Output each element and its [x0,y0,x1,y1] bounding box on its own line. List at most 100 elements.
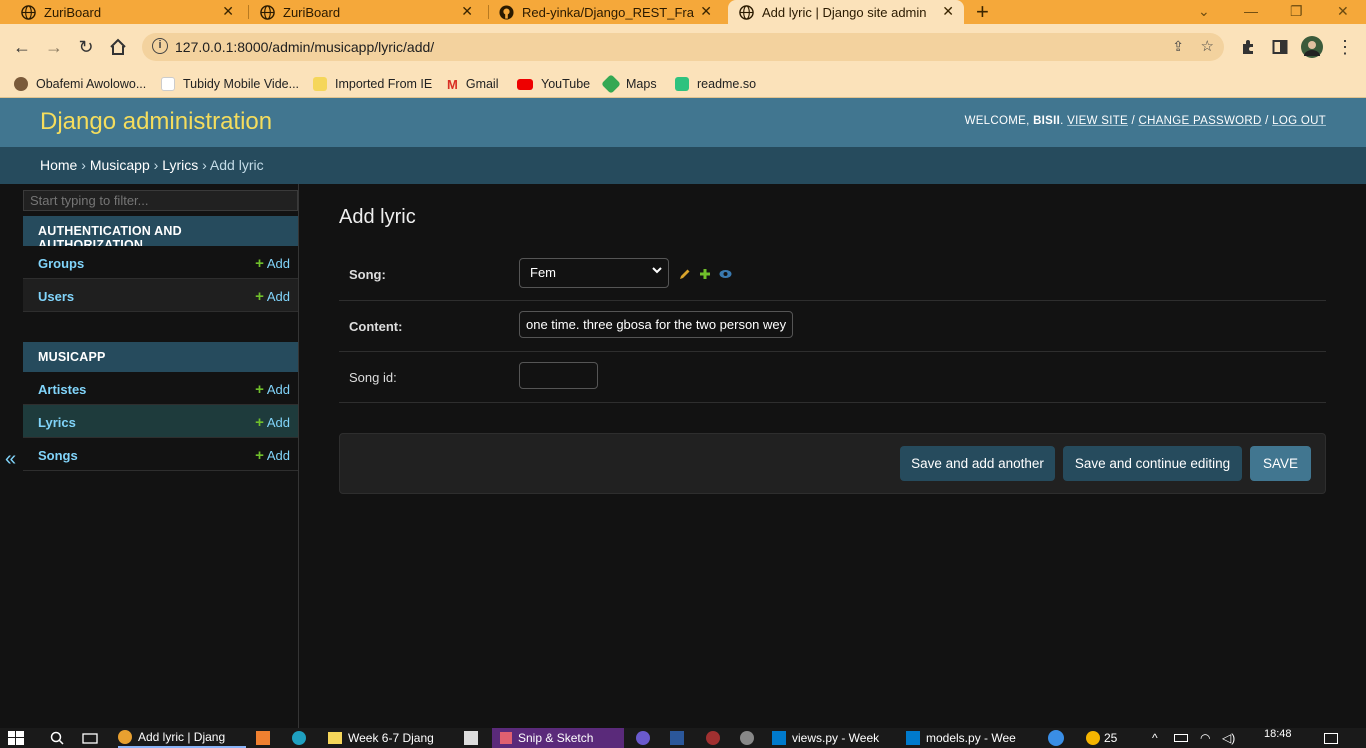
volume-icon[interactable]: ◁) [1222,728,1235,748]
add-songs-link[interactable]: + Add [255,447,290,464]
pencil-icon[interactable] [679,268,691,283]
tab-github[interactable]: Red-yinka/Django_REST_Framew ✕ [498,0,722,24]
wifi-icon[interactable]: ◠ [1200,728,1210,748]
add-lyrics-link[interactable]: + Add [255,414,290,431]
bookmark-imported[interactable]: Imported From IE [313,70,432,98]
task-view-icon[interactable] [82,728,98,748]
welcome-text: WELCOME, [964,115,1030,127]
back-icon[interactable]: ← [11,36,33,58]
close-window-button[interactable]: ✕ [1337,0,1349,22]
site-info-icon[interactable]: i [152,38,168,54]
add-users-link[interactable]: + Add [255,288,290,305]
site-branding[interactable]: Django administration [40,108,272,136]
app-caption-auth[interactable]: AUTHENTICATION AND AUTHORIZATION [23,216,298,252]
taskbar-label: Add lyric | Djang [138,730,226,744]
plus-icon[interactable] [699,268,711,283]
battery-icon[interactable] [1174,728,1188,748]
bookmark-label: Obafemi Awolowo... [36,77,147,91]
nav-filter-input[interactable] [23,190,298,211]
minimize-button[interactable]: — [1244,0,1258,22]
tab-search-icon[interactable]: ⌄ [1198,0,1210,22]
close-tab-icon[interactable]: ✕ [222,3,234,20]
app-icon[interactable] [636,728,650,748]
model-link-artistes[interactable]: Artistes [38,382,86,397]
breadcrumb-app[interactable]: Musicapp [90,157,150,173]
add-artistes-link[interactable]: + Add [255,381,290,398]
plus-icon: + [255,255,264,272]
search-icon[interactable] [50,728,64,748]
taskbar-folder[interactable]: Week 6-7 Djang [328,728,454,748]
change-password-link[interactable]: CHANGE PASSWORD [1139,115,1262,127]
app-icon[interactable] [706,728,720,748]
github-icon [498,4,514,20]
clock[interactable]: 18:48 [1264,728,1292,748]
sidebar-item-users: Users + Add [23,279,298,312]
eye-icon[interactable] [719,268,732,283]
bookmark-star-icon[interactable]: ☆ [1201,37,1214,55]
windows-start-icon[interactable] [8,728,24,748]
side-panel-icon[interactable] [1269,36,1291,58]
save-button[interactable]: SAVE [1250,446,1311,481]
bookmarks-bar: Obafemi Awolowo... Tubidy Mobile Vide...… [0,70,1366,98]
bookmark-label: Tubidy Mobile Vide... [183,77,300,91]
taskbar-snip-sketch[interactable]: Snip & Sketch [492,728,624,748]
breadcrumb-home[interactable]: Home [40,157,77,173]
forward-icon[interactable]: → [43,36,65,58]
app-icon[interactable] [740,728,754,748]
model-link-users[interactable]: Users [38,289,74,304]
sidebar-item-groups: Groups + Add [23,246,298,279]
profile-avatar[interactable] [1301,36,1323,58]
toggle-nav-sidebar-button[interactable]: « [5,448,16,471]
app-icon[interactable] [464,728,478,748]
breadcrumb-sep: › [153,157,159,173]
bookmark-readme[interactable]: readme.so [675,70,756,98]
taskbar-vscode-models[interactable]: models.py - Wee [906,728,1030,748]
new-tab-button[interactable]: + [976,0,989,24]
restore-button[interactable]: ❐ [1290,0,1303,22]
close-tab-icon[interactable]: ✕ [461,3,473,20]
breadcrumb-sep: › [81,157,86,173]
bookmark-youtube[interactable]: YouTube [517,70,590,98]
bookmark-gmail[interactable]: M Gmail [447,70,499,98]
weather-icon[interactable]: 25 [1086,728,1117,748]
bookmark-maps[interactable]: Maps [601,70,657,98]
save-and-add-another-button[interactable]: Save and add another [900,446,1055,481]
model-link-lyrics[interactable]: Lyrics [38,415,76,430]
word-icon[interactable] [670,728,684,748]
edge-icon[interactable] [292,728,306,748]
model-link-songs[interactable]: Songs [38,448,78,463]
extensions-icon[interactable] [1237,36,1259,58]
taskbar-vscode-views[interactable]: views.py - Week [772,728,896,748]
taskbar-chrome[interactable]: Add lyric | Djang [118,728,246,748]
view-site-link[interactable]: VIEW SITE [1067,115,1128,127]
song-id-input[interactable] [519,362,598,389]
bookmark-oau[interactable]: Obafemi Awolowo... [14,70,146,98]
tab-zuriboard-2[interactable]: ZuriBoard ✕ [259,0,483,24]
globe-icon [20,4,36,20]
save-and-continue-button[interactable]: Save and continue editing [1063,446,1242,481]
home-icon[interactable] [107,36,129,58]
close-tab-icon[interactable]: ✕ [942,3,954,20]
reload-icon[interactable]: ↻ [75,36,97,58]
content-input[interactable]: one time. three gbosa for the two person… [519,311,793,338]
notifications-icon[interactable] [1324,728,1338,748]
sidebar-item-artistes: Artistes + Add [23,372,298,405]
bookmark-tubidy[interactable]: Tubidy Mobile Vide... [161,70,299,98]
tab-add-lyric[interactable]: Add lyric | Django site admin ✕ [728,0,964,24]
song-select[interactable]: Fem [519,258,669,288]
share-icon[interactable]: ⇪ [1172,38,1184,55]
tab-zuriboard-1[interactable]: ZuriBoard ✕ [20,0,244,24]
tray-chevron-icon[interactable]: ^ [1152,728,1158,748]
model-link-groups[interactable]: Groups [38,256,84,271]
breadcrumb-current: Add lyric [209,157,264,173]
song-label: Song: [349,267,386,282]
address-bar[interactable]: i 127.0.0.1:8000/admin/musicapp/lyric/ad… [142,33,1224,61]
add-groups-link[interactable]: + Add [255,255,290,272]
close-tab-icon[interactable]: ✕ [700,3,712,20]
app-icon[interactable] [256,728,270,748]
menu-kebab-icon[interactable]: ⋮ [1334,36,1356,58]
logout-link[interactable]: LOG OUT [1272,115,1326,127]
app-caption-musicapp[interactable]: MUSICAPP [23,342,298,372]
breadcrumb-model[interactable]: Lyrics [162,157,198,173]
help-icon[interactable] [1048,728,1064,748]
